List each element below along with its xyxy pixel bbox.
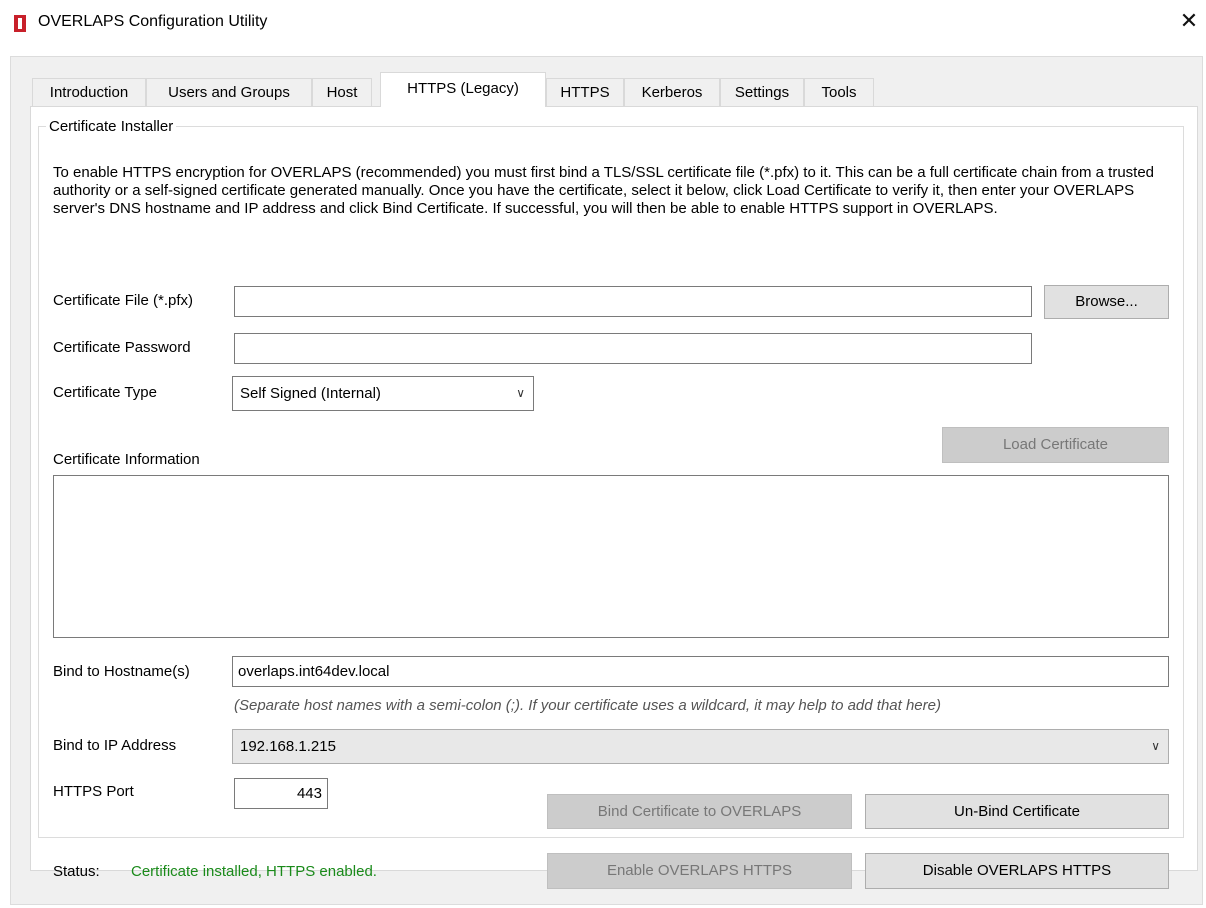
cert-type-value: Self Signed (Internal) bbox=[240, 385, 381, 402]
tab-https-legacy[interactable]: HTTPS (Legacy) bbox=[380, 72, 546, 107]
cert-type-dropdown[interactable]: Self Signed (Internal) ∨ bbox=[232, 376, 534, 411]
group-label: Certificate Installer bbox=[46, 118, 177, 135]
tab-https[interactable]: HTTPS bbox=[546, 78, 624, 106]
https-port-input[interactable]: 443 bbox=[234, 778, 328, 809]
description-text: To enable HTTPS encryption for OVERLAPS … bbox=[53, 164, 1155, 217]
browse-button[interactable]: Browse... bbox=[1044, 285, 1169, 319]
bind-certificate-button[interactable]: Bind Certificate to OVERLAPS bbox=[547, 794, 852, 829]
hostname-hint: (Separate host names with a semi-colon (… bbox=[234, 697, 941, 714]
tab-host[interactable]: Host bbox=[312, 78, 372, 106]
tab-introduction[interactable]: Introduction bbox=[32, 78, 146, 106]
status-label: Status: bbox=[53, 863, 100, 880]
chevron-down-icon: ∨ bbox=[516, 386, 525, 400]
tab-tools[interactable]: Tools bbox=[804, 78, 874, 106]
cert-file-input[interactable] bbox=[234, 286, 1032, 317]
ip-address-dropdown[interactable]: 192.168.1.215 ∨ bbox=[232, 729, 1169, 764]
disable-https-button[interactable]: Disable OVERLAPS HTTPS bbox=[865, 853, 1169, 889]
unbind-certificate-button[interactable]: Un-Bind Certificate bbox=[865, 794, 1169, 829]
tab-users-and-groups[interactable]: Users and Groups bbox=[146, 78, 312, 106]
ip-address-value: 192.168.1.215 bbox=[240, 738, 336, 755]
load-certificate-button[interactable]: Load Certificate bbox=[942, 427, 1169, 463]
window-title: OVERLAPS Configuration Utility bbox=[38, 13, 268, 30]
tab-kerberos[interactable]: Kerberos bbox=[624, 78, 720, 106]
https-port-label: HTTPS Port bbox=[53, 783, 134, 800]
cert-info-label: Certificate Information bbox=[53, 451, 200, 468]
close-icon[interactable]: ✕ bbox=[1174, 6, 1204, 36]
hostname-input[interactable]: overlaps.int64dev.local bbox=[232, 656, 1169, 687]
cert-type-label: Certificate Type bbox=[53, 384, 157, 401]
cert-file-label: Certificate File (*.pfx) bbox=[53, 292, 194, 309]
tab-settings[interactable]: Settings bbox=[720, 78, 804, 106]
status-text: Certificate installed, HTTPS enabled. bbox=[131, 863, 377, 880]
ip-address-label: Bind to IP Address bbox=[53, 737, 177, 754]
enable-https-button[interactable]: Enable OVERLAPS HTTPS bbox=[547, 853, 852, 889]
app-icon bbox=[14, 15, 26, 32]
chevron-down-icon: ∨ bbox=[1151, 739, 1160, 753]
cert-password-label: Certificate Password bbox=[53, 339, 191, 356]
cert-password-input[interactable] bbox=[234, 333, 1032, 364]
hostname-label: Bind to Hostname(s) bbox=[53, 663, 190, 680]
cert-info-textarea[interactable] bbox=[53, 475, 1169, 638]
